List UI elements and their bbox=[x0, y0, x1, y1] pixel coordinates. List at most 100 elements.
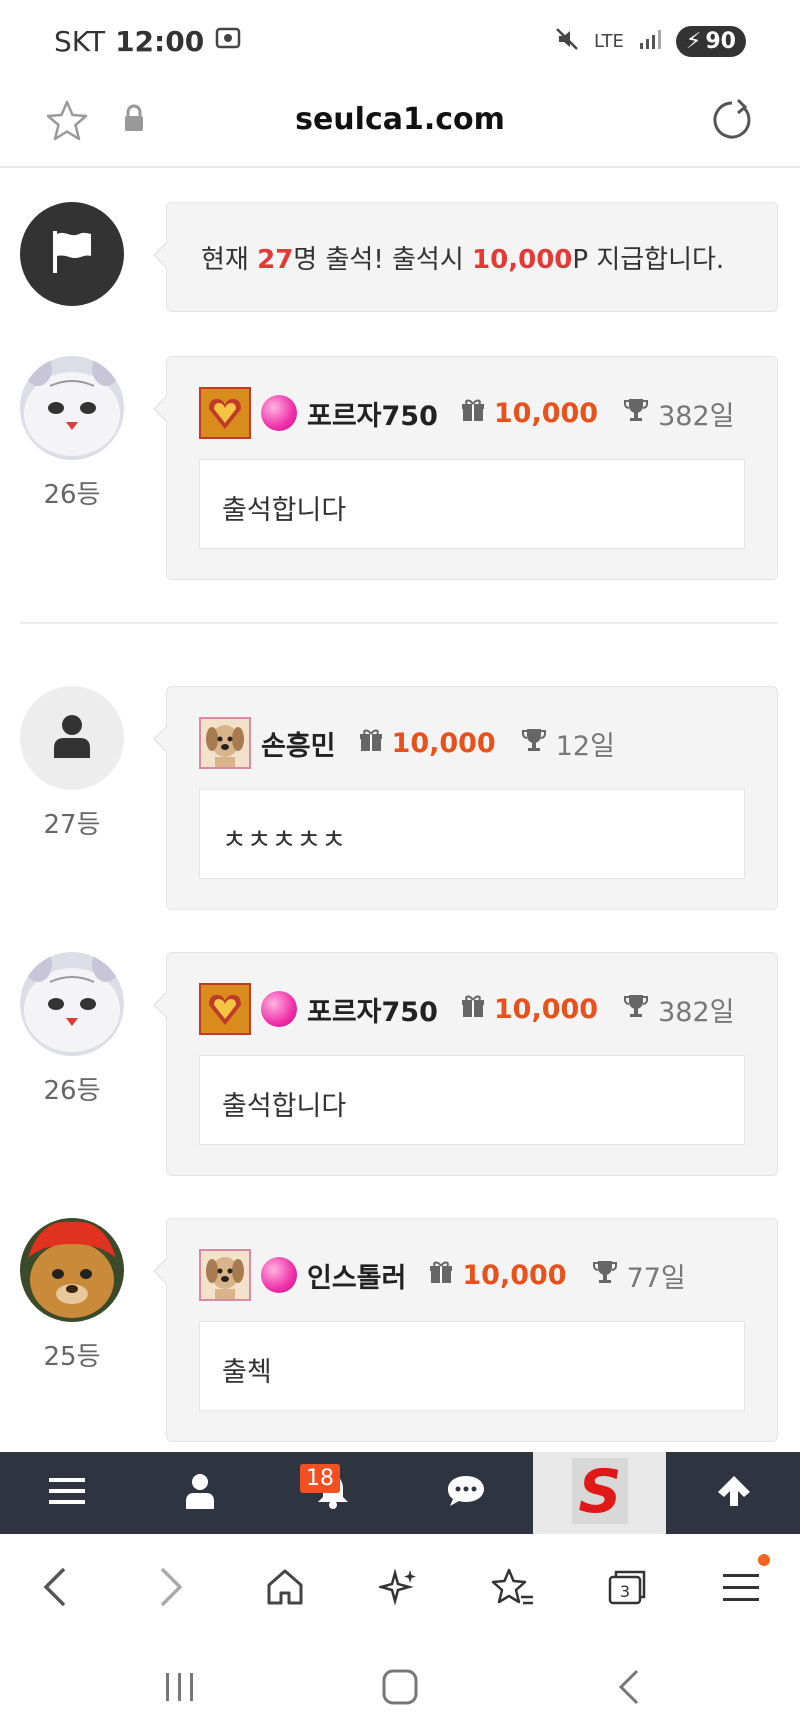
battery-indicator: ⚡ 90 bbox=[675, 26, 746, 57]
notice-text: 현재 27명 출석! 출석시 10,000P 지급합니다. bbox=[201, 239, 724, 276]
clock: 12:00 bbox=[115, 25, 205, 58]
message-box: 출첵 bbox=[199, 1321, 745, 1411]
reward-points: 10,000 bbox=[472, 245, 573, 275]
mute-icon bbox=[554, 26, 580, 57]
hamburger-icon bbox=[48, 1476, 85, 1510]
tabs-button[interactable]: 3 bbox=[592, 1554, 662, 1624]
reload-icon[interactable] bbox=[708, 96, 756, 148]
site-logo-button[interactable]: S bbox=[533, 1452, 666, 1534]
nickname[interactable]: 포르자750 bbox=[307, 394, 438, 433]
update-dot bbox=[758, 1554, 770, 1566]
days-text: 12일 bbox=[555, 730, 615, 762]
entry-meta: 포르자750 10,000 382일 bbox=[199, 387, 734, 439]
star-list-icon bbox=[491, 1567, 535, 1611]
entry-bubble: 포르자750 10,000 382일 출석합니다 bbox=[153, 356, 778, 580]
attendance-days: 12일 bbox=[520, 724, 615, 763]
avatar[interactable] bbox=[20, 356, 124, 460]
rank-label: 26등 bbox=[43, 1076, 101, 1106]
bolt-icon: ⚡ bbox=[685, 29, 702, 54]
avatar[interactable] bbox=[20, 686, 124, 790]
attendance-notice: 현재 27명 출석! 출석시 10,000P 지급합니다. bbox=[0, 202, 800, 312]
attendance-days: 382일 bbox=[622, 394, 734, 433]
nickname[interactable]: 손흥민 bbox=[261, 724, 336, 763]
rank-label: 27등 bbox=[43, 810, 101, 840]
home-square-icon bbox=[381, 1668, 419, 1710]
home-button[interactable] bbox=[250, 1554, 320, 1624]
user-icon bbox=[185, 1473, 215, 1513]
level-badge-icon bbox=[199, 717, 251, 769]
entry-bubble: 포르자750 10,000 382일 출석합니다 bbox=[153, 952, 778, 1176]
attendance-days: 77일 bbox=[591, 1256, 686, 1295]
days-text: 382일 bbox=[658, 400, 735, 432]
arrow-up-icon bbox=[716, 1474, 752, 1512]
site-logo-icon: S bbox=[568, 1456, 632, 1530]
recent-apps-button[interactable] bbox=[150, 1664, 210, 1714]
bookmarks-button[interactable] bbox=[478, 1554, 548, 1624]
entry-meta: 손흥민 10,000 12일 bbox=[199, 717, 615, 769]
message-text: 출첵 bbox=[222, 1357, 272, 1388]
divider bbox=[20, 622, 778, 624]
attendance-days: 382일 bbox=[622, 990, 734, 1029]
tab-count: 3 bbox=[620, 1582, 630, 1601]
entry-meta: 인스톨러 10,000 77일 bbox=[199, 1249, 686, 1301]
level-badge-icon bbox=[199, 1249, 251, 1301]
back-button[interactable] bbox=[20, 1554, 90, 1624]
trophy-icon bbox=[520, 726, 548, 761]
site-toolbar: 18 S bbox=[0, 1452, 800, 1534]
menu-button[interactable] bbox=[0, 1452, 133, 1534]
browser-nav: 3 bbox=[0, 1534, 800, 1644]
gem-icon bbox=[261, 1257, 297, 1293]
status-left: SKT 12:00 bbox=[54, 24, 242, 59]
points-value: 10,000 bbox=[358, 727, 496, 760]
gift-icon bbox=[358, 727, 384, 760]
entry-meta: 포르자750 10,000 382일 bbox=[199, 983, 734, 1035]
chat-button[interactable] bbox=[399, 1452, 532, 1534]
points-text: 10,000 bbox=[493, 993, 599, 1025]
gift-icon bbox=[460, 993, 486, 1026]
tabs-icon: 3 bbox=[606, 1567, 648, 1611]
chevron-left-icon bbox=[40, 1565, 70, 1613]
battery-level: 90 bbox=[705, 29, 736, 54]
notice-bubble: 현재 27명 출석! 출석시 10,000P 지급합니다. bbox=[153, 202, 778, 312]
days-text: 382일 bbox=[658, 996, 735, 1028]
home-nav-button[interactable] bbox=[370, 1664, 430, 1714]
url-text[interactable]: seulca1.com bbox=[0, 102, 800, 137]
avatar[interactable] bbox=[20, 1218, 124, 1322]
entry-bubble: 손흥민 10,000 12일 ㅊㅊㅊㅊㅊ bbox=[153, 686, 778, 910]
profile-button[interactable] bbox=[133, 1452, 266, 1534]
points-text: 10,000 bbox=[391, 727, 496, 759]
avatar[interactable] bbox=[20, 952, 124, 1056]
gift-icon bbox=[460, 397, 486, 430]
entry-bubble: 인스톨러 10,000 77일 출첵 bbox=[153, 1218, 778, 1442]
level-badge-icon bbox=[199, 387, 251, 439]
scroll-top-button[interactable] bbox=[667, 1452, 800, 1534]
points-value: 10,000 bbox=[428, 1259, 567, 1292]
nickname[interactable]: 인스톨러 bbox=[307, 1256, 406, 1295]
hamburger-icon bbox=[723, 1571, 759, 1607]
status-bar: SKT 12:00 LTE ⚡ 90 bbox=[0, 0, 800, 84]
trophy-icon bbox=[622, 396, 650, 431]
notice-prefix: 현재 bbox=[201, 245, 258, 275]
rank-label: 25등 bbox=[43, 1342, 101, 1372]
network-label: LTE bbox=[594, 31, 624, 52]
flag-avatar bbox=[20, 202, 124, 306]
message-text: 출석합니다 bbox=[222, 495, 347, 526]
points-text: 10,000 bbox=[493, 397, 599, 429]
chevron-right-icon bbox=[156, 1565, 186, 1613]
status-right: LTE ⚡ 90 bbox=[554, 26, 746, 57]
user-icon bbox=[52, 714, 92, 762]
trophy-icon bbox=[591, 1258, 619, 1293]
back-nav-button[interactable] bbox=[598, 1664, 658, 1714]
nickname[interactable]: 포르자750 bbox=[307, 990, 438, 1029]
points-value: 10,000 bbox=[460, 397, 598, 430]
back-chevron-icon bbox=[615, 1668, 641, 1710]
notice-suffix: P 지급합니다. bbox=[572, 245, 725, 275]
forward-button[interactable] bbox=[136, 1554, 206, 1624]
message-text: 출석합니다 bbox=[222, 1091, 347, 1122]
address-bar: seulca1.com bbox=[0, 84, 800, 168]
trophy-icon bbox=[622, 992, 650, 1027]
ai-assistant-button[interactable] bbox=[364, 1554, 434, 1624]
rank-label: 26등 bbox=[43, 480, 101, 510]
notice-middle: 명 출석! 출석시 bbox=[293, 245, 473, 275]
chat-icon bbox=[446, 1474, 486, 1512]
